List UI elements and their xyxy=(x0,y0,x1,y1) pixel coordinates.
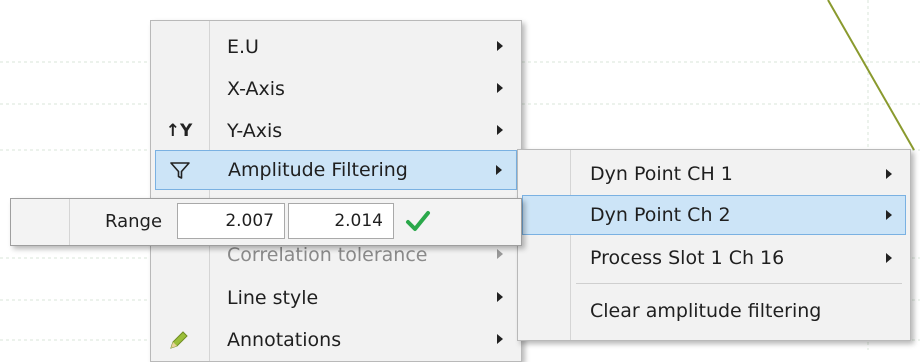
menu-item-y-axis[interactable]: ↑Y Y-Axis xyxy=(155,111,517,151)
submenu-arrow-icon xyxy=(886,169,892,179)
range-label: Range xyxy=(105,211,163,232)
submenu-arrow-icon xyxy=(497,334,503,344)
range-filter-panel: Range xyxy=(10,198,522,246)
menu-item-x-axis[interactable]: X-Axis xyxy=(155,69,517,109)
range-panel-gutter xyxy=(11,199,70,245)
amplitude-filtering-submenu: Dyn Point CH 1 Dyn Point Ch 2 Process Sl… xyxy=(517,149,911,341)
pencil-icon xyxy=(165,328,193,352)
menu-item-line-style[interactable]: Line style xyxy=(155,278,517,318)
submenu-item-label: Dyn Point Ch 2 xyxy=(590,204,731,226)
data-trace-line xyxy=(827,0,915,151)
menu-item-label: X-Axis xyxy=(227,78,285,100)
submenu-item-process-slot-1-ch16[interactable]: Process Slot 1 Ch 16 xyxy=(522,238,906,278)
submenu-item-clear-amplitude-filtering[interactable]: Clear amplitude filtering xyxy=(522,291,906,331)
submenu-arrow-icon xyxy=(497,292,503,302)
menu-item-label: Y-Axis xyxy=(227,120,283,142)
menu-item-label: E.U xyxy=(227,36,259,58)
menu-item-label: Line style xyxy=(227,287,319,309)
y-axis-icon: ↑Y xyxy=(165,121,193,141)
submenu-separator xyxy=(576,283,902,284)
green-check-icon[interactable] xyxy=(405,209,431,233)
submenu-item-label: Dyn Point CH 1 xyxy=(590,163,733,185)
submenu-arrow-icon xyxy=(886,253,892,263)
menu-item-label: Annotations xyxy=(227,329,342,351)
submenu-item-dyn-point-ch2[interactable]: Dyn Point Ch 2 xyxy=(522,195,906,235)
submenu-arrow-icon xyxy=(497,249,503,259)
menu-item-amplitude-filtering[interactable]: Amplitude Filtering xyxy=(155,150,517,190)
submenu-arrow-icon xyxy=(497,125,503,135)
menu-item-annotations[interactable]: Annotations xyxy=(155,320,517,360)
menu-item-label: Correlation tolerance xyxy=(227,244,428,266)
menu-item-label: Amplitude Filtering xyxy=(228,159,408,181)
chart-context-menu: E.U X-Axis ↑Y Y-Axis Amplitude Filtering… xyxy=(150,20,522,362)
submenu-arrow-icon xyxy=(886,210,892,220)
submenu-arrow-icon xyxy=(497,41,503,51)
range-max-input[interactable] xyxy=(288,203,394,239)
funnel-filter-icon xyxy=(166,159,194,183)
submenu-item-dyn-point-ch1[interactable]: Dyn Point CH 1 xyxy=(522,154,906,194)
menu-item-eu[interactable]: E.U xyxy=(155,27,517,67)
range-min-input[interactable] xyxy=(177,203,285,239)
submenu-arrow-icon xyxy=(496,165,502,175)
submenu-arrow-icon xyxy=(497,83,503,93)
submenu-item-label: Clear amplitude filtering xyxy=(590,300,822,322)
submenu-item-label: Process Slot 1 Ch 16 xyxy=(590,247,785,269)
